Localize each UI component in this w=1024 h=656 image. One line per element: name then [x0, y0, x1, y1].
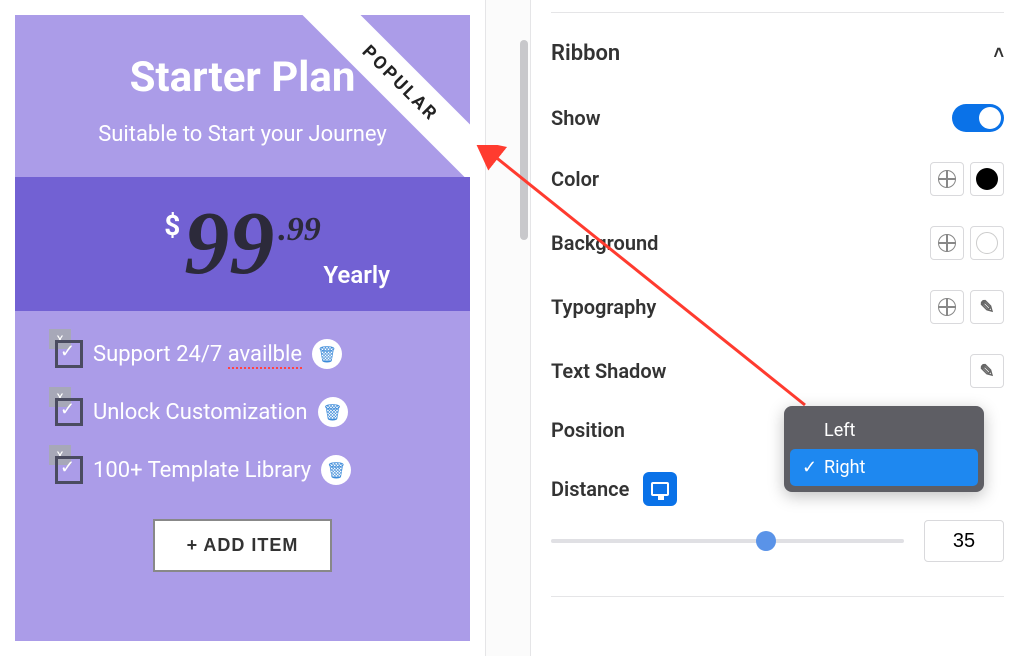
scrollbar-thumb[interactable] [520, 40, 528, 240]
price-period[interactable]: Yearly [323, 261, 390, 289]
background-label: Background [551, 231, 658, 255]
section-divider [551, 12, 1004, 13]
feature-label: 100+ Template Library [93, 458, 311, 483]
distance-label: Distance [551, 477, 629, 501]
position-label: Position [551, 418, 625, 442]
show-row: Show [551, 104, 1004, 132]
position-option-right[interactable]: Right [790, 449, 978, 486]
global-background-button[interactable] [930, 226, 964, 260]
trash-icon[interactable]: 🗑 [312, 339, 342, 369]
typography-edit-button[interactable] [970, 290, 1004, 324]
section-title: Ribbon [551, 41, 620, 66]
pricing-card: POPULAR Starter Plan Suitable to Start y… [15, 15, 470, 641]
checkbox-icon [55, 398, 83, 426]
text-shadow-edit-button[interactable] [970, 354, 1004, 388]
add-item-button[interactable]: + ADD ITEM [153, 519, 333, 572]
text-shadow-label: Text Shadow [551, 359, 666, 383]
plan-subtitle[interactable]: Suitable to Start your Journey [15, 122, 470, 177]
typography-row: Typography [551, 290, 1004, 324]
color-swatch-icon [976, 232, 998, 254]
desktop-icon [651, 482, 669, 496]
background-picker-button[interactable] [970, 226, 1004, 260]
chevron-up-icon: ˄ [993, 43, 1004, 64]
background-row: Background [551, 226, 1004, 260]
typography-label: Typography [551, 295, 656, 319]
price-main[interactable]: 99 [184, 199, 274, 289]
feature-item[interactable]: x 100+ Template Library 🗑 [55, 455, 430, 485]
feature-item[interactable]: x Unlock Customization 🗑 [55, 397, 430, 427]
responsive-viewport-button[interactable] [643, 472, 677, 506]
checkbox-icon [55, 340, 83, 368]
position-option-left[interactable]: Left [790, 412, 978, 449]
distance-input[interactable] [924, 520, 1004, 562]
section-divider [551, 596, 1004, 597]
globe-icon [938, 170, 956, 188]
currency-symbol: $ [164, 209, 180, 242]
preview-panel: POPULAR Starter Plan Suitable to Start y… [0, 0, 485, 656]
text-shadow-row: Text Shadow [551, 354, 1004, 388]
price-block: $ 99 .99 Yearly [15, 177, 470, 311]
color-picker-button[interactable] [970, 162, 1004, 196]
checkbox-icon [55, 456, 83, 484]
trash-icon[interactable]: 🗑 [318, 397, 348, 427]
settings-panel: Ribbon ˄ Show Color Background Typograph… [531, 0, 1024, 656]
panel-divider [485, 0, 531, 656]
slider-thumb[interactable] [756, 531, 776, 551]
globe-icon [938, 298, 956, 316]
features-list: x Support 24/7 availble 🗑 x Unlock Custo… [15, 311, 470, 588]
color-label: Color [551, 167, 599, 191]
feature-item[interactable]: x Support 24/7 availble 🗑 [55, 339, 430, 369]
color-row: Color [551, 162, 1004, 196]
globe-icon [938, 234, 956, 252]
feature-label: Unlock Customization [93, 400, 308, 425]
show-label: Show [551, 106, 600, 130]
feature-label: Support 24/7 availble [93, 342, 302, 367]
global-color-button[interactable] [930, 162, 964, 196]
distance-slider-row [551, 520, 1004, 562]
distance-slider[interactable] [551, 539, 904, 543]
position-dropdown: Left Right [784, 406, 984, 492]
ribbon-section-header[interactable]: Ribbon ˄ [551, 41, 1004, 74]
trash-icon[interactable]: 🗑 [321, 455, 351, 485]
show-toggle[interactable] [952, 104, 1004, 132]
global-typography-button[interactable] [930, 290, 964, 324]
price-decimal[interactable]: .99 [278, 211, 321, 249]
color-swatch-icon [976, 168, 998, 190]
